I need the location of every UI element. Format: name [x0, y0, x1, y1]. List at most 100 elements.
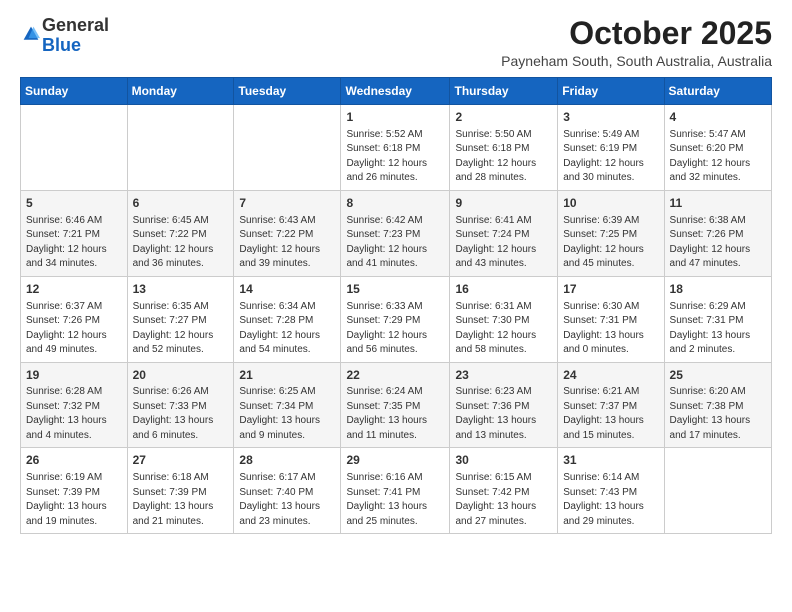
cell-w4-d7: 25Sunrise: 6:20 AM Sunset: 7:38 PM Dayli… — [664, 362, 771, 448]
day-info: Sunrise: 6:30 AM Sunset: 7:31 PM Dayligh… — [563, 300, 658, 358]
day-number: 11 — [670, 195, 766, 212]
day-info: Sunrise: 6:42 AM Sunset: 7:23 PM Dayligh… — [346, 214, 444, 272]
cell-w2-d7: 11 Sunrise: 6:38 AM Sunset: 7:26 PM Dayli… — [664, 190, 771, 276]
col-sunday: Sunday — [21, 78, 128, 105]
cell-w4-d5: 23Sunrise: 6:23 AM Sunset: 7:36 PM Dayli… — [450, 362, 558, 448]
col-friday: Friday — [558, 78, 664, 105]
day-info: Sunrise: 6:33 AM Sunset: 7:29 PM Dayligh… — [346, 300, 444, 358]
day-number: 10 — [563, 195, 658, 212]
day-number: 1 — [346, 109, 444, 126]
day-number: 13 — [133, 281, 229, 298]
header: General Blue October 2025 Payneham South… — [20, 16, 772, 69]
day-info: Sunrise: 6:28 AM Sunset: 7:32 PM Dayligh… — [26, 385, 122, 443]
cell-w3-d1: 12Sunrise: 6:37 AM Sunset: 7:26 PM Dayli… — [21, 276, 128, 362]
day-number: 26 — [26, 452, 122, 469]
page: General Blue October 2025 Payneham South… — [0, 0, 792, 612]
day-info: Sunrise: 5:50 AM Sunset: 6:18 PM Dayligh… — [455, 128, 552, 186]
day-number: 15 — [346, 281, 444, 298]
day-number: 17 — [563, 281, 658, 298]
day-number: 6 — [133, 195, 229, 212]
day-info: Sunrise: 6:46 AM Sunset: 7:21 PM Dayligh… — [26, 214, 122, 272]
day-info: Sunrise: 6:43 AM Sunset: 7:22 PM Dayligh… — [239, 214, 335, 272]
day-info: Sunrise: 6:14 AM Sunset: 7:43 PM Dayligh… — [563, 471, 658, 529]
cell-w1-d5: 2 Sunrise: 5:50 AM Sunset: 6:18 PM Daylig… — [450, 105, 558, 191]
cell-w4-d6: 24Sunrise: 6:21 AM Sunset: 7:37 PM Dayli… — [558, 362, 664, 448]
week-row-2: 5Sunrise: 6:46 AM Sunset: 7:21 PM Daylig… — [21, 190, 772, 276]
day-info: Sunrise: 6:24 AM Sunset: 7:35 PM Dayligh… — [346, 385, 444, 443]
cell-w5-d5: 30Sunrise: 6:15 AM Sunset: 7:42 PM Dayli… — [450, 448, 558, 534]
cell-w2-d1: 5Sunrise: 6:46 AM Sunset: 7:21 PM Daylig… — [21, 190, 128, 276]
cell-w5-d4: 29 Sunrise: 6:16 AM Sunset: 7:41 PM Dayli… — [341, 448, 450, 534]
day-info: Sunrise: 6:39 AM Sunset: 7:25 PM Dayligh… — [563, 214, 658, 272]
day-number: 29 — [346, 452, 444, 469]
day-info: Sunrise: 6:38 AM Sunset: 7:26 PM Dayligh… — [670, 214, 766, 272]
cell-w2-d6: 10 Sunrise: 6:39 AM Sunset: 7:25 PM Dayli… — [558, 190, 664, 276]
day-number: 19 — [26, 367, 122, 384]
col-thursday: Thursday — [450, 78, 558, 105]
day-number: 31 — [563, 452, 658, 469]
day-number: 9 — [455, 195, 552, 212]
month-title: October 2025 — [501, 16, 772, 51]
day-number: 21 — [239, 367, 335, 384]
day-info: Sunrise: 5:49 AM Sunset: 6:19 PM Dayligh… — [563, 128, 658, 186]
cell-w3-d5: 16 Sunrise: 6:31 AM Sunset: 7:30 PM Dayli… — [450, 276, 558, 362]
day-info: Sunrise: 6:18 AM Sunset: 7:39 PM Dayligh… — [133, 471, 229, 529]
title-block: October 2025 Payneham South, South Austr… — [501, 16, 772, 69]
day-number: 25 — [670, 367, 766, 384]
day-info: Sunrise: 6:17 AM Sunset: 7:40 PM Dayligh… — [239, 471, 335, 529]
day-number: 16 — [455, 281, 552, 298]
day-info: Sunrise: 5:52 AM Sunset: 6:18 PM Dayligh… — [346, 128, 444, 186]
cell-w3-d6: 17 Sunrise: 6:30 AM Sunset: 7:31 PM Dayli… — [558, 276, 664, 362]
week-row-1: 1 Sunrise: 5:52 AM Sunset: 6:18 PM Daylig… — [21, 105, 772, 191]
cell-w2-d5: 9 Sunrise: 6:41 AM Sunset: 7:24 PM Daylig… — [450, 190, 558, 276]
day-number: 7 — [239, 195, 335, 212]
cell-w1-d6: 3Sunrise: 5:49 AM Sunset: 6:19 PM Daylig… — [558, 105, 664, 191]
cell-w4-d4: 22Sunrise: 6:24 AM Sunset: 7:35 PM Dayli… — [341, 362, 450, 448]
day-info: Sunrise: 6:31 AM Sunset: 7:30 PM Dayligh… — [455, 300, 552, 358]
day-number: 20 — [133, 367, 229, 384]
day-number: 2 — [455, 109, 552, 126]
day-number: 24 — [563, 367, 658, 384]
col-wednesday: Wednesday — [341, 78, 450, 105]
calendar: Sunday Monday Tuesday Wednesday Thursday… — [20, 77, 772, 534]
day-info: Sunrise: 6:45 AM Sunset: 7:22 PM Dayligh… — [133, 214, 229, 272]
cell-w1-d4: 1 Sunrise: 5:52 AM Sunset: 6:18 PM Daylig… — [341, 105, 450, 191]
cell-w1-d1 — [21, 105, 128, 191]
day-number: 30 — [455, 452, 552, 469]
cell-w5-d7 — [664, 448, 771, 534]
day-number: 4 — [670, 109, 766, 126]
col-monday: Monday — [127, 78, 234, 105]
cell-w1-d7: 4 Sunrise: 5:47 AM Sunset: 6:20 PM Daylig… — [664, 105, 771, 191]
cell-w4-d1: 19Sunrise: 6:28 AM Sunset: 7:32 PM Dayli… — [21, 362, 128, 448]
calendar-header-row: Sunday Monday Tuesday Wednesday Thursday… — [21, 78, 772, 105]
cell-w3-d4: 15 Sunrise: 6:33 AM Sunset: 7:29 PM Dayli… — [341, 276, 450, 362]
subtitle: Payneham South, South Australia, Austral… — [501, 53, 772, 69]
cell-w4-d2: 20Sunrise: 6:26 AM Sunset: 7:33 PM Dayli… — [127, 362, 234, 448]
day-number: 28 — [239, 452, 335, 469]
col-saturday: Saturday — [664, 78, 771, 105]
cell-w5-d2: 27Sunrise: 6:18 AM Sunset: 7:39 PM Dayli… — [127, 448, 234, 534]
day-info: Sunrise: 6:25 AM Sunset: 7:34 PM Dayligh… — [239, 385, 335, 443]
cell-w3-d3: 14Sunrise: 6:34 AM Sunset: 7:28 PM Dayli… — [234, 276, 341, 362]
week-row-5: 26 Sunrise: 6:19 AM Sunset: 7:39 PM Dayli… — [21, 448, 772, 534]
day-info: Sunrise: 6:29 AM Sunset: 7:31 PM Dayligh… — [670, 300, 766, 358]
cell-w2-d3: 7 Sunrise: 6:43 AM Sunset: 7:22 PM Daylig… — [234, 190, 341, 276]
day-info: Sunrise: 6:21 AM Sunset: 7:37 PM Dayligh… — [563, 385, 658, 443]
logo: General Blue — [20, 16, 109, 56]
cell-w5-d6: 31 Sunrise: 6:14 AM Sunset: 7:43 PM Dayli… — [558, 448, 664, 534]
cell-w5-d3: 28 Sunrise: 6:17 AM Sunset: 7:40 PM Dayli… — [234, 448, 341, 534]
day-number: 14 — [239, 281, 335, 298]
logo-general-text: General — [42, 15, 109, 35]
col-tuesday: Tuesday — [234, 78, 341, 105]
week-row-3: 12Sunrise: 6:37 AM Sunset: 7:26 PM Dayli… — [21, 276, 772, 362]
cell-w3-d7: 18Sunrise: 6:29 AM Sunset: 7:31 PM Dayli… — [664, 276, 771, 362]
day-info: Sunrise: 6:41 AM Sunset: 7:24 PM Dayligh… — [455, 214, 552, 272]
day-info: Sunrise: 5:47 AM Sunset: 6:20 PM Dayligh… — [670, 128, 766, 186]
day-info: Sunrise: 6:16 AM Sunset: 7:41 PM Dayligh… — [346, 471, 444, 529]
day-info: Sunrise: 6:37 AM Sunset: 7:26 PM Dayligh… — [26, 300, 122, 358]
logo-blue-text: Blue — [42, 35, 81, 55]
cell-w3-d2: 13Sunrise: 6:35 AM Sunset: 7:27 PM Dayli… — [127, 276, 234, 362]
day-info: Sunrise: 6:19 AM Sunset: 7:39 PM Dayligh… — [26, 471, 122, 529]
logo-icon — [22, 25, 40, 43]
day-info: Sunrise: 6:23 AM Sunset: 7:36 PM Dayligh… — [455, 385, 552, 443]
